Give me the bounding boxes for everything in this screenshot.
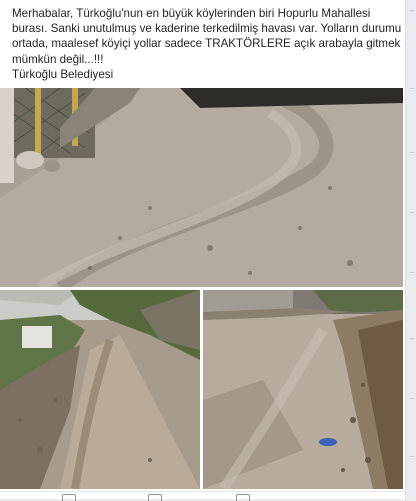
post-photo-main[interactable] <box>0 88 403 287</box>
post-text: Merhabalar, Türkoğlu'nun en büyük köyler… <box>12 6 402 82</box>
post-text-line: Merhabalar, Türkoğlu'nun en büyük köyler… <box>12 7 371 20</box>
photo-dirt-road-with-rocky-edge <box>203 290 403 489</box>
rail-divider <box>410 456 414 457</box>
rail-divider <box>410 88 414 89</box>
rail-divider <box>410 272 414 273</box>
rail-divider <box>410 152 414 153</box>
facebook-post: Merhabalar, Türkoğlu'nun en büyük köyler… <box>0 0 406 501</box>
rail-divider <box>410 10 414 11</box>
post-text-line: Türkoğlu Belediyesi <box>12 67 114 81</box>
rail-divider <box>410 212 414 213</box>
post-text-line: ortada, maalesef köyiçi yollar sadece TR… <box>12 37 401 51</box>
post-text-line: mümkün değil...!!! <box>12 52 104 66</box>
rail-divider <box>410 398 414 399</box>
rail-divider <box>410 338 414 339</box>
photo-dirt-road-downhill <box>0 290 200 489</box>
post-photo-left[interactable] <box>0 290 200 489</box>
photo-dirt-road-with-fence <box>0 88 403 287</box>
feed-scrollbar[interactable] <box>407 0 416 498</box>
post-text-line: burası. Sanki unutulmuş ve kaderine terk… <box>12 22 402 36</box>
post-photo-right[interactable] <box>203 290 403 489</box>
